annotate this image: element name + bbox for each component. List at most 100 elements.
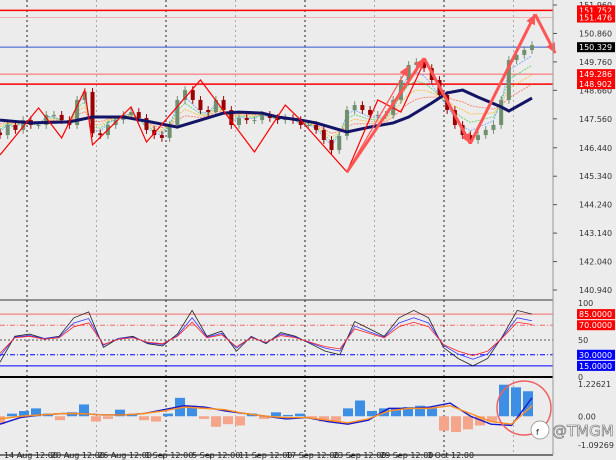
- candle-body: [329, 140, 334, 151]
- candle-body: [190, 90, 195, 100]
- price-tag-label: 148.902: [579, 80, 612, 89]
- macd-histogram-bar: [103, 416, 113, 419]
- macd-tick-label: 0.00: [578, 412, 596, 421]
- axes: 151.960150.860149.760148.660147.560146.4…: [4, 1, 615, 460]
- macd-tick-label: -1.09269: [578, 441, 614, 450]
- candle-body: [0, 132, 2, 136]
- candle-body: [206, 110, 211, 113]
- price-tick-label: 140.940: [579, 286, 612, 295]
- macd-histogram-bar: [55, 416, 65, 421]
- projection-arrow: [422, 57, 472, 145]
- horizontal-levels: [0, 9, 553, 85]
- candle-body: [306, 125, 311, 126]
- candle-body: [337, 135, 342, 151]
- macd-histogram-bar: [463, 416, 473, 430]
- price-tick-label: 143.140: [579, 229, 612, 238]
- price-tick-label: 147.560: [579, 115, 612, 124]
- time-tick-label: 5 Sep 12:00: [192, 451, 240, 460]
- macd-histogram-bar: [271, 412, 281, 417]
- candle-body: [136, 112, 141, 119]
- price-tick-label: 150.860: [579, 29, 612, 38]
- panel-frame: [0, 0, 554, 456]
- candle-body: [476, 135, 481, 140]
- candle-body: [90, 91, 95, 134]
- candle-body: [244, 118, 249, 121]
- candle-body: [483, 129, 488, 136]
- candle-body: [159, 135, 164, 138]
- price-tick-label: 144.240: [579, 201, 612, 210]
- oscillator-line: [0, 309, 533, 367]
- macd-histogram-bar: [7, 413, 17, 417]
- social-icon: [530, 420, 550, 440]
- candle-body: [260, 114, 265, 121]
- candle-body: [198, 99, 203, 110]
- macd-histogram-bar: [151, 416, 161, 422]
- candle-body: [237, 118, 242, 125]
- candle-body: [314, 125, 319, 130]
- price-tick-label: 149.760: [579, 58, 612, 67]
- candle-body: [59, 114, 64, 121]
- candle-body: [13, 125, 18, 130]
- time-tick-label: 17 Sep 12:00: [286, 451, 339, 460]
- ribbon-line: [0, 64, 533, 143]
- oscillator-tick-label: 100: [578, 299, 593, 308]
- macd-histogram-bar: [439, 416, 449, 431]
- candle-body: [321, 129, 326, 140]
- time-tick-label: 23 Sep 12:00: [333, 451, 386, 460]
- candle-body: [352, 105, 357, 110]
- time-tick-label: 3 Oct 12:00: [427, 451, 474, 460]
- price-tick-label: 145.340: [579, 172, 612, 181]
- candle-body: [360, 105, 365, 110]
- price-tag-label: 151.476: [579, 14, 612, 23]
- macd-panel: [0, 380, 552, 436]
- macd-histogram-bar: [211, 416, 221, 427]
- macd-histogram-bar: [91, 416, 101, 422]
- price-tick-label: 142.040: [579, 258, 612, 267]
- macd-tick-label: 1.22621: [578, 380, 611, 389]
- oscillator-level-label: 85.0000: [579, 310, 612, 319]
- candle-body: [36, 125, 41, 126]
- candle-body: [129, 112, 134, 115]
- macd-histogram-bar: [295, 413, 305, 417]
- macd-histogram-bar: [199, 416, 209, 419]
- time-tick-label: 20 Aug 12:00: [51, 451, 105, 460]
- oscillator-tick-label: 50: [578, 336, 588, 345]
- candlesticks: [0, 41, 534, 154]
- watermark: f @TMGM: [530, 420, 614, 440]
- price-tag-label: 149.286: [579, 70, 612, 79]
- macd-histogram-bar: [163, 413, 173, 417]
- candle-body: [530, 45, 534, 50]
- price-tag-label: 150.329: [579, 43, 612, 52]
- oscillator-line: [0, 317, 533, 360]
- candle-body: [51, 114, 56, 116]
- trading-chart[interactable]: 151.960150.860149.760148.660147.560146.4…: [0, 0, 616, 460]
- arrow-head: [399, 66, 409, 78]
- macd-histogram-bar: [283, 414, 293, 417]
- vertical-grid: [26, 0, 514, 455]
- macd-histogram-bar: [235, 416, 245, 426]
- candle-body: [98, 133, 103, 136]
- time-tick-label: 1 Sep 12:00: [145, 451, 193, 460]
- time-tick-label: 11 Sep 12:00: [239, 451, 292, 460]
- candle-body: [522, 50, 527, 55]
- macd-histogram-bar: [511, 387, 521, 417]
- candle-body: [499, 99, 504, 125]
- watermark-text: @TMGM: [552, 422, 614, 440]
- oscillator-level-label: 15.0000: [579, 362, 612, 371]
- macd-histogram-bar: [355, 400, 365, 417]
- macd-histogram-bar: [223, 416, 233, 425]
- candle-body: [491, 125, 496, 130]
- time-tick-label: 29 Sep 12:00: [380, 451, 433, 460]
- facebook-icon: f: [536, 428, 539, 437]
- candle-body: [5, 125, 10, 136]
- macd-histogram-bar: [343, 408, 353, 417]
- time-tick-label: 14 Aug 12:00: [4, 451, 58, 460]
- macd-histogram-bar: [427, 408, 437, 417]
- macd-histogram-bar: [451, 416, 461, 433]
- macd-histogram-bar: [139, 416, 149, 421]
- oscillator-level-label: 30.0000: [579, 351, 612, 360]
- oscillator-level-label: 70.0000: [579, 321, 612, 330]
- candle-body: [252, 120, 257, 122]
- time-tick-label: 26 Aug 12:00: [98, 451, 152, 460]
- price-tick-label: 146.440: [579, 144, 612, 153]
